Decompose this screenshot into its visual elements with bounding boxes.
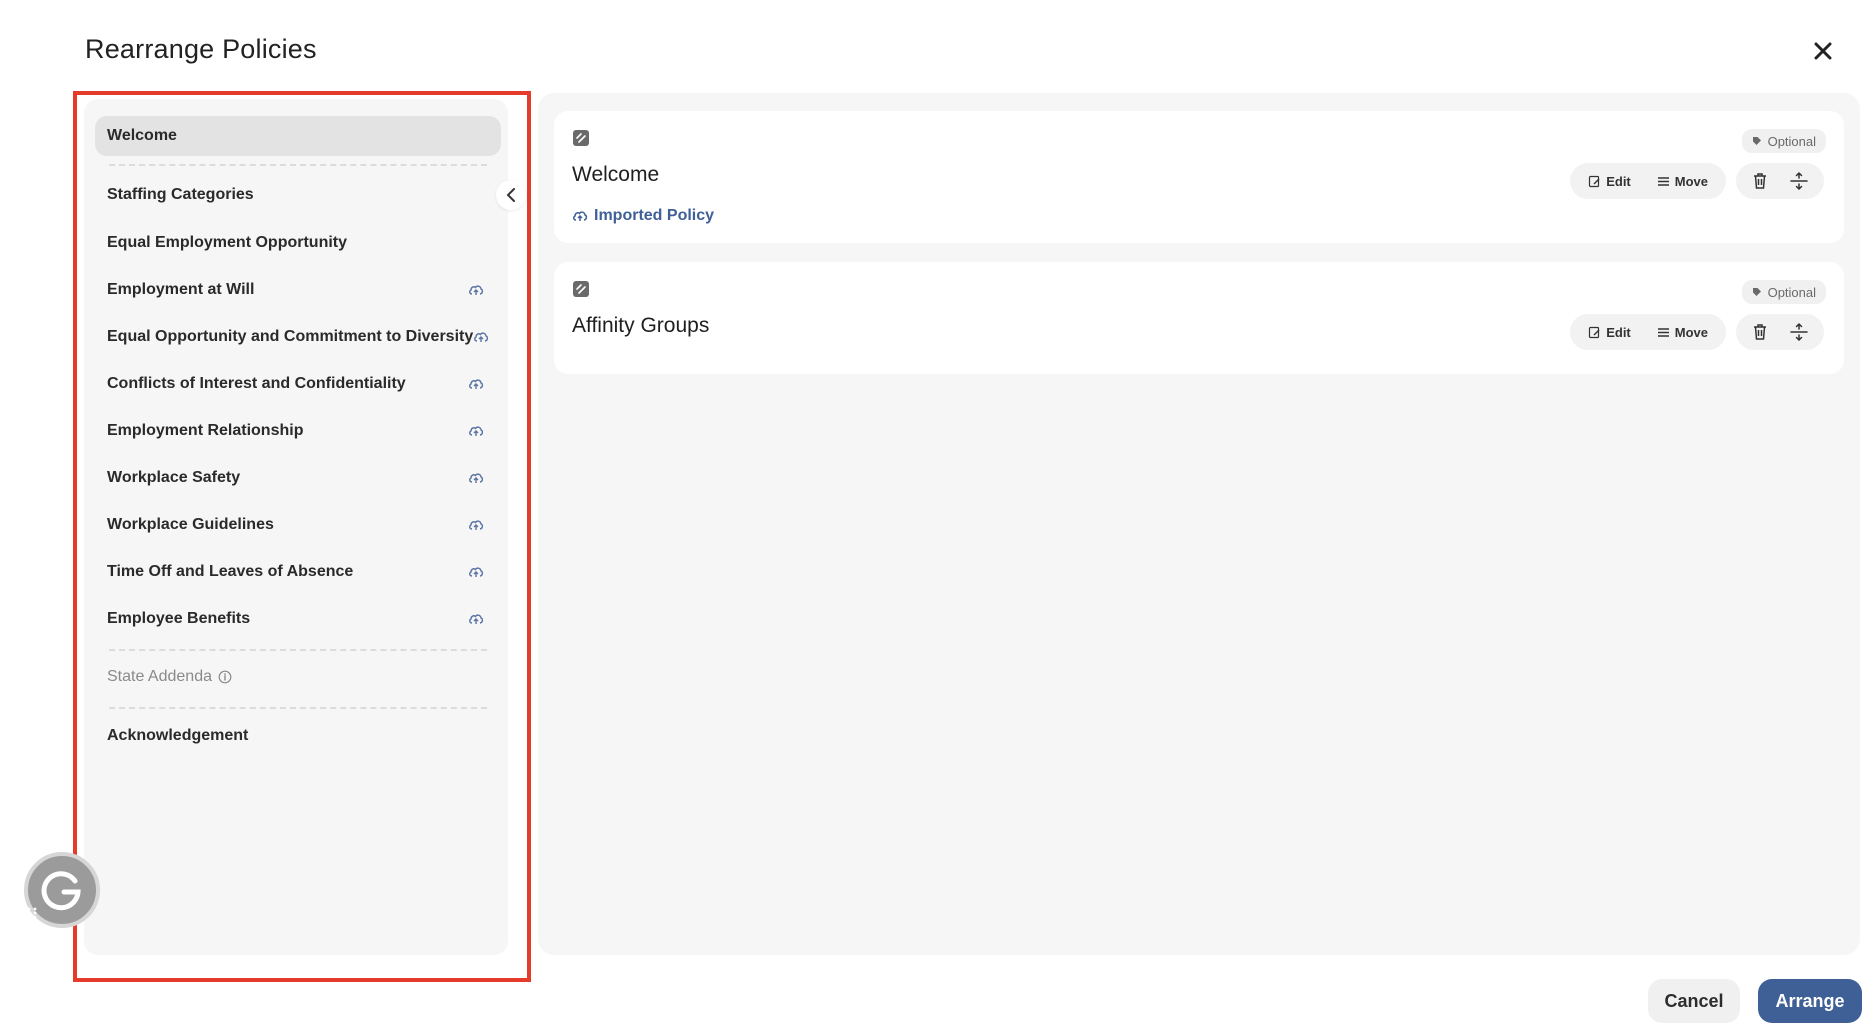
edit-button[interactable]: Edit (1588, 325, 1631, 340)
delete-split-group (1736, 314, 1824, 350)
split-icon[interactable] (1790, 323, 1808, 341)
optional-label: Optional (1767, 284, 1816, 300)
sidebar-highlight-box (73, 91, 531, 982)
policy-card-affinity-groups: Affinity Groups Optional Edit Move (554, 262, 1844, 374)
split-icon[interactable] (1790, 172, 1808, 190)
optional-label: Optional (1767, 133, 1816, 149)
imported-policy-label: Imported Policy (594, 207, 715, 224)
card-title: Affinity Groups (572, 314, 710, 337)
move-label: Move (1674, 324, 1708, 340)
page-title: Rearrange Policies (85, 34, 317, 64)
optional-badge: Optional (1741, 280, 1826, 304)
drag-handle-icon[interactable] (572, 129, 590, 147)
list-icon (1657, 327, 1670, 338)
trash-icon[interactable] (1752, 172, 1768, 190)
tag-icon (1752, 136, 1762, 146)
drag-handle-icon[interactable] (26, 906, 42, 922)
drag-handle-icon[interactable] (572, 280, 590, 298)
move-button[interactable]: Move (1657, 174, 1708, 189)
edit-move-group: Edit Move (1570, 163, 1726, 199)
imported-policy-link[interactable]: Imported Policy (572, 207, 714, 225)
trash-icon[interactable] (1752, 323, 1768, 341)
cancel-button[interactable]: Cancel (1648, 979, 1740, 1023)
policy-list-panel: Welcome Imported Policy Optional Edit Mo… (538, 93, 1860, 955)
edit-icon (1588, 175, 1601, 188)
list-icon (1657, 176, 1670, 187)
card-actions: Edit Move (1570, 163, 1824, 199)
collapse-sidebar-button[interactable] (496, 180, 526, 210)
delete-split-group (1736, 163, 1824, 199)
card-actions: Edit Move (1570, 314, 1824, 350)
edit-label: Edit (1606, 173, 1631, 189)
card-title: Welcome (572, 163, 660, 186)
edit-move-group: Edit Move (1570, 314, 1726, 350)
policy-card-welcome: Welcome Imported Policy Optional Edit Mo… (554, 111, 1844, 243)
edit-icon (1588, 326, 1601, 339)
tag-icon (1752, 287, 1762, 297)
arrange-button[interactable]: Arrange (1758, 979, 1862, 1023)
chevron-left-icon (507, 188, 515, 202)
edit-button[interactable]: Edit (1588, 174, 1631, 189)
close-icon (1814, 42, 1832, 60)
optional-badge: Optional (1741, 129, 1826, 153)
move-label: Move (1674, 173, 1708, 189)
cloud-sync-icon (572, 209, 588, 223)
edit-label: Edit (1606, 324, 1631, 340)
close-button[interactable] (1810, 38, 1836, 64)
move-button[interactable]: Move (1657, 325, 1708, 340)
grammarly-icon (41, 871, 81, 911)
